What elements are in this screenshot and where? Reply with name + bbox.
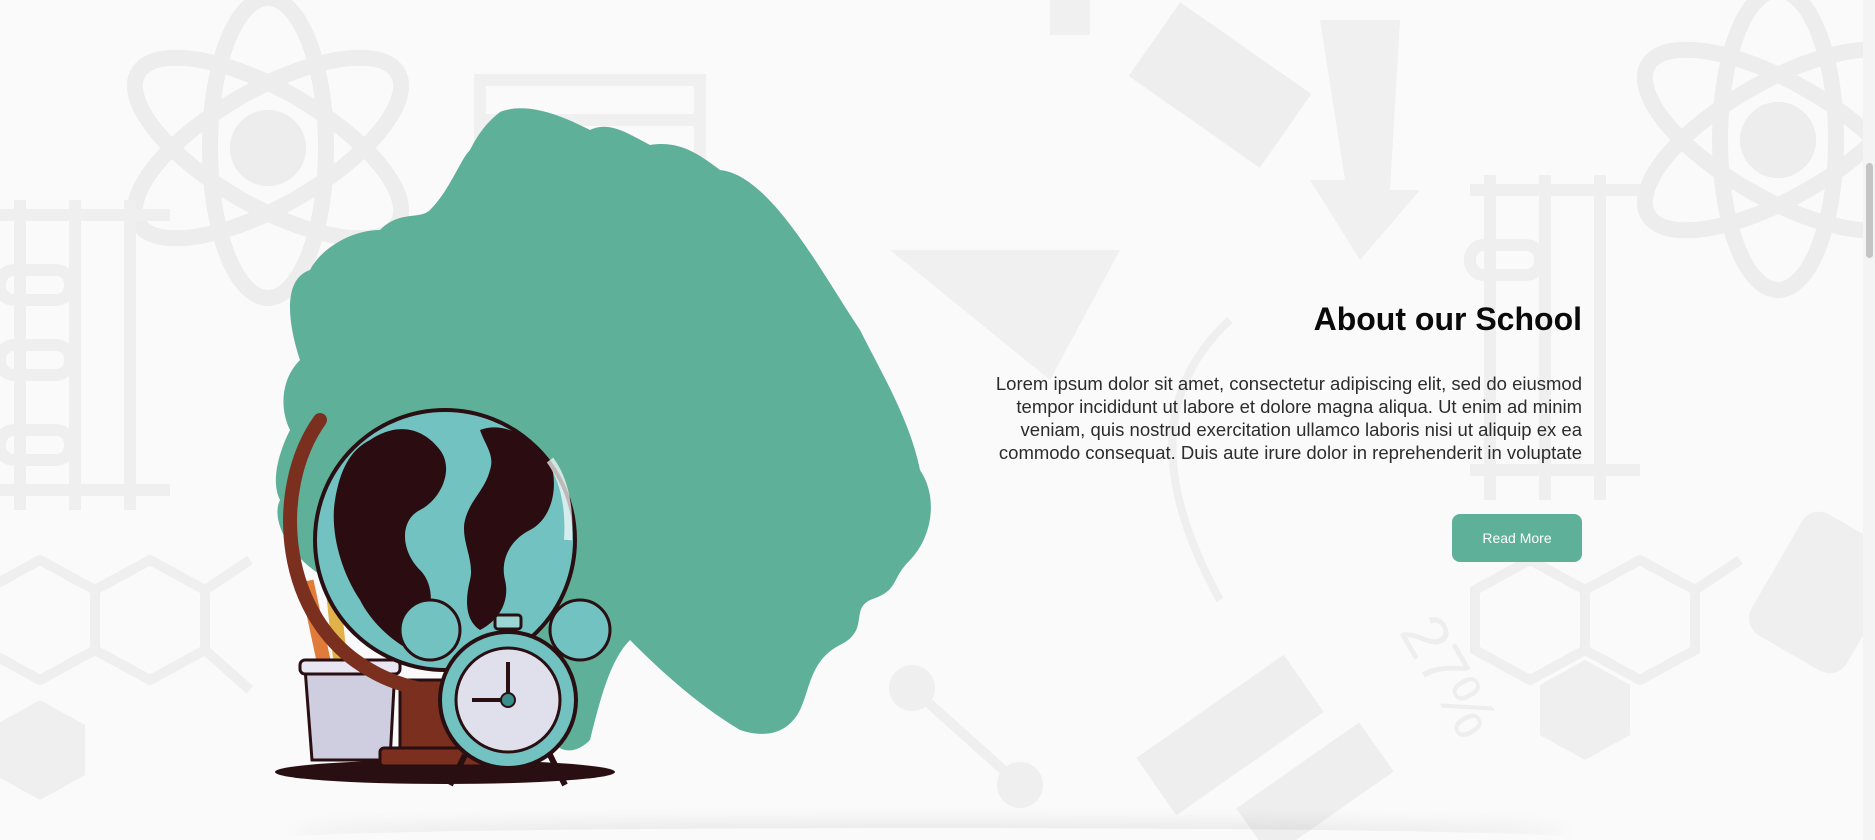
percentage-decoration: 27% (1386, 603, 1512, 750)
hexagon-icon (0, 700, 85, 800)
hexagon-icon (1540, 660, 1630, 760)
test-tube-rack-icon-left (0, 200, 170, 510)
hexagon-molecule-icon-right (1470, 554, 1743, 686)
scrollbar-track[interactable] (1863, 0, 1875, 840)
hexagon-molecule-icon-left (0, 554, 254, 694)
read-more-button[interactable]: Read More (1452, 514, 1582, 563)
atom-icon-right (1636, 0, 1875, 298)
about-section: 27% About our School Lorem ipsum dolor s… (0, 0, 1875, 840)
about-description: Lorem ipsum dolor sit amet, consectetur … (995, 373, 1582, 464)
scrollbar-thumb[interactable] (1866, 163, 1873, 258)
school-illustration (275, 108, 931, 787)
about-title: About our School (1313, 301, 1582, 337)
phone-icon (1749, 511, 1875, 674)
about-content: About our School Lorem ipsum dolor sit a… (970, 300, 1582, 563)
